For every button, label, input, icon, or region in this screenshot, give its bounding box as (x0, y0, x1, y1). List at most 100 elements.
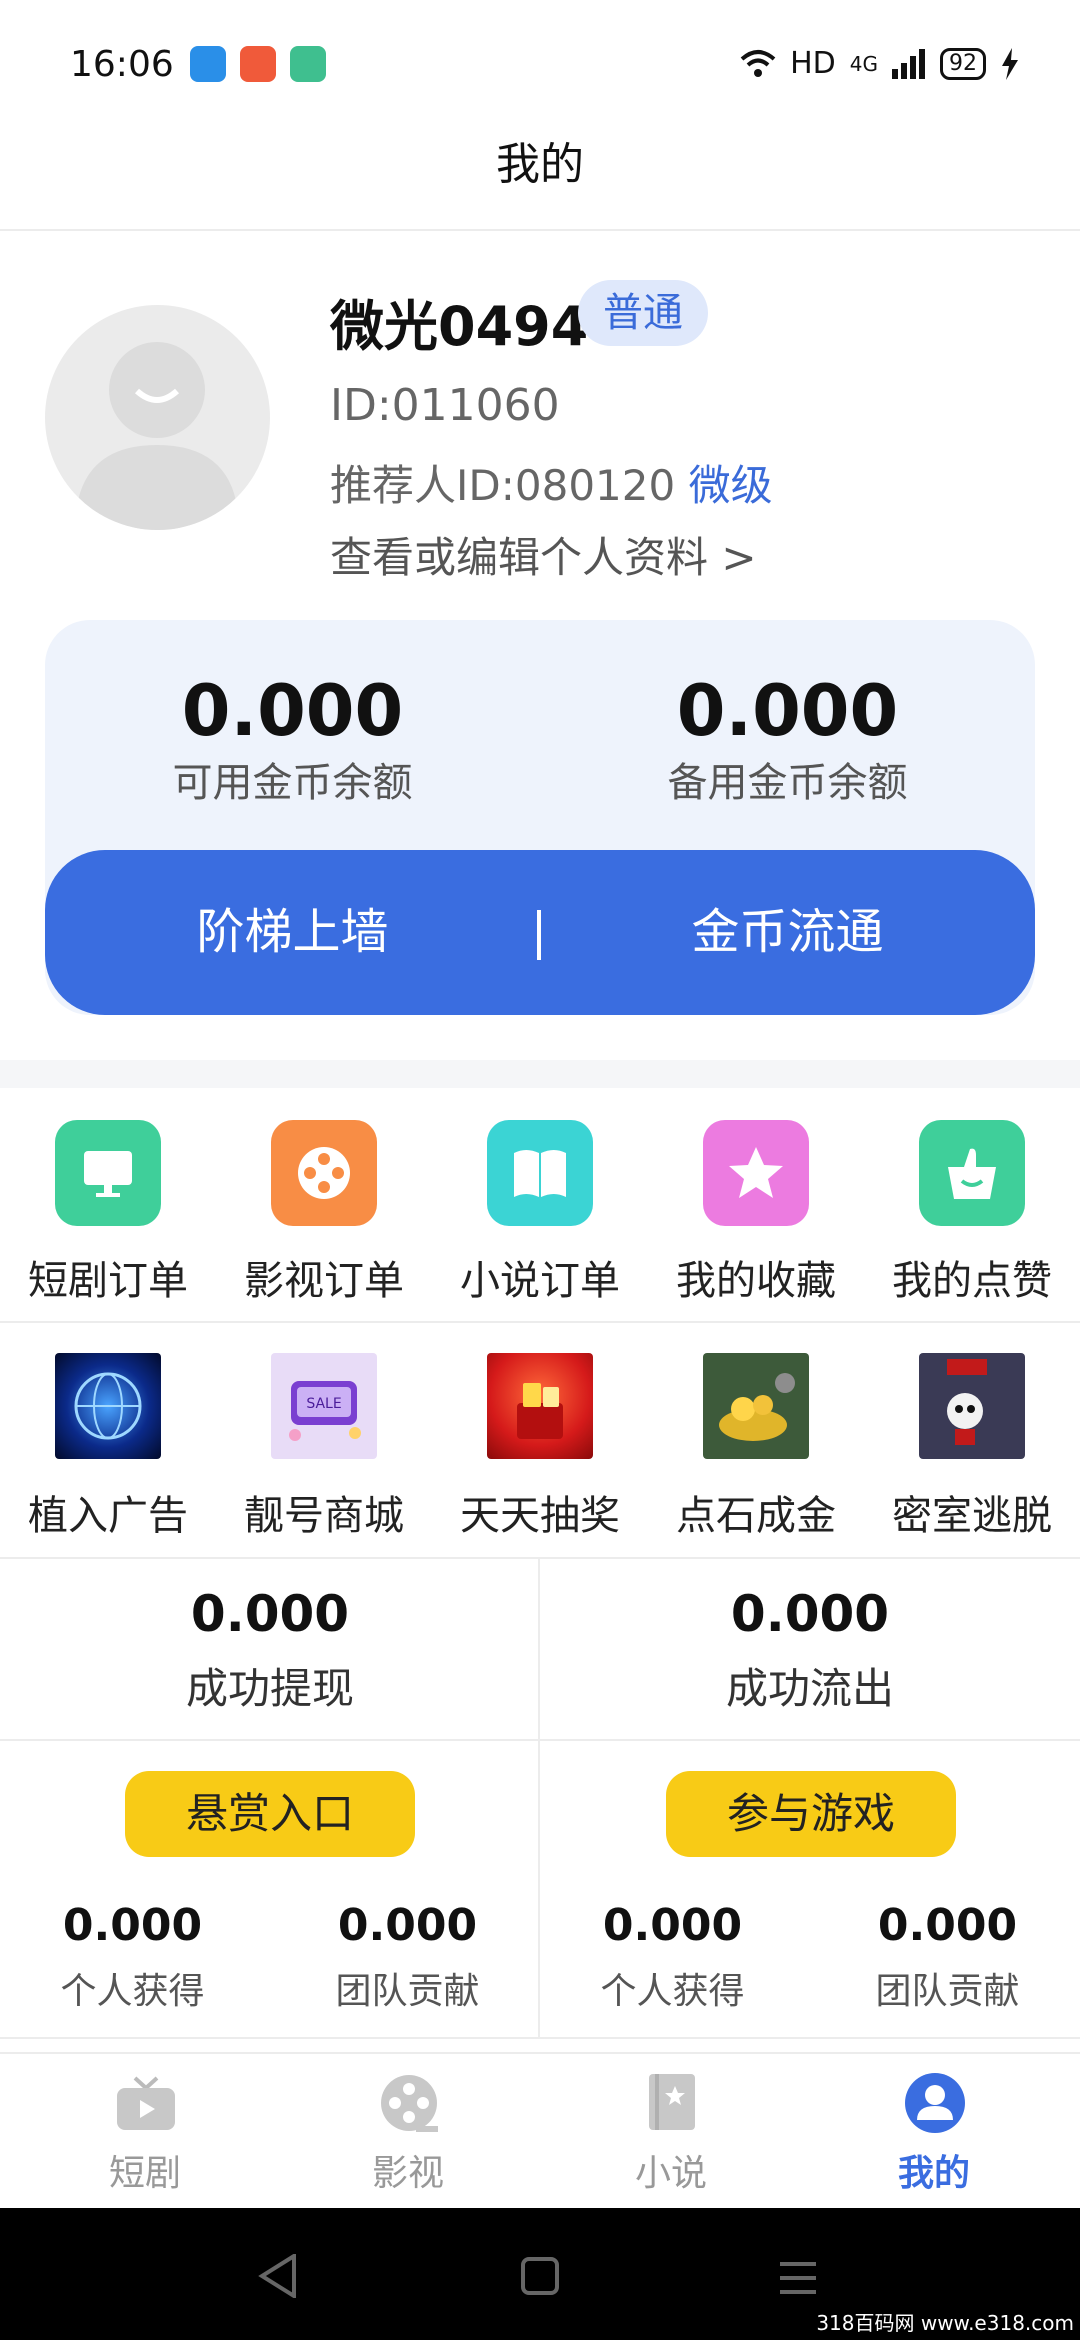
referrer-info: 推荐人ID:080120 微级 (330, 452, 773, 513)
charging-icon (1002, 47, 1018, 80)
svg-text:SALE: SALE (306, 1396, 341, 1412)
globe-thumbnail (55, 1353, 161, 1459)
user-icon (905, 2073, 965, 2133)
balance-card: 0.000 可用金币余额 0.000 备用金币余额 阶梯上墙 金币流通 (45, 620, 1035, 1015)
grid-item-escape-room[interactable]: 密室逃脱 (864, 1323, 1080, 1558)
grid-item-midas-touch[interactable]: 点石成金 (648, 1323, 864, 1558)
app-notification-icon (190, 46, 226, 82)
panel-team-label: 团队贡献 (335, 1971, 480, 2012)
wifi-icon (740, 49, 776, 77)
avatar[interactable] (45, 305, 270, 530)
username: 微光0494 (330, 295, 589, 358)
backup-balance-label: 备用金币余额 (667, 760, 908, 806)
film-reel-icon (381, 2075, 438, 2132)
signal-label: 4G (849, 51, 878, 76)
system-navigation-bar: 318百码网 www.e318.com (0, 2208, 1080, 2340)
battery-indicator: 92 (940, 47, 986, 80)
header-divider (0, 229, 1080, 231)
avatar-placeholder-icon (75, 342, 239, 530)
row-divider (0, 2037, 1080, 2039)
status-bar: 16:06 HD 4G 92 (0, 0, 1080, 130)
bounty-entry-button[interactable]: 悬赏入口 (125, 1771, 415, 1857)
thumbs-up-icon (919, 1120, 1025, 1226)
nav-item-novel[interactable]: 小说 (536, 2054, 806, 2210)
apps-grid: 植入广告 SALE 靓号商城 天天抽奖 点石成金 密室逃脱 (0, 1323, 1080, 1558)
panel-personal-label: 个人获得 (60, 1971, 205, 2012)
book-icon (649, 2074, 695, 2130)
signal-icon (892, 48, 925, 79)
level-badge: 普通 (578, 280, 708, 346)
grid-item-label: 小说订单 (460, 1258, 620, 1304)
panel-team-value: 0.000 (877, 1900, 1018, 1951)
nav-label: 我的 (897, 2153, 970, 2194)
balance-action-bar: 阶梯上墙 金币流通 (45, 850, 1035, 1015)
status-indicators: HD 4G 92 (740, 46, 1020, 81)
grid-item-label: 点石成金 (676, 1493, 836, 1539)
grid-item-label: 靓号商城 (244, 1493, 404, 1539)
grid-item-label: 我的收藏 (676, 1258, 836, 1304)
page-title: 我的 (496, 139, 584, 190)
sale-thumbnail: SALE (271, 1353, 377, 1459)
referrer-id: 推荐人ID:080120 (330, 461, 676, 510)
edit-profile-link[interactable]: 查看或编辑个人资料 > (330, 524, 757, 585)
circulate-button[interactable]: 金币流通 (540, 850, 1035, 1015)
grid-item-label: 密室逃脱 (892, 1493, 1052, 1539)
outflow-label: 成功流出 (725, 1664, 894, 1713)
app-notification-icon (240, 46, 276, 82)
backup-balance-value: 0.000 (676, 670, 899, 752)
back-icon[interactable] (258, 2254, 298, 2298)
panel-personal-label: 个人获得 (600, 1971, 745, 2012)
nav-label: 小说 (634, 2153, 707, 2194)
grid-item-novel-orders[interactable]: 小说订单 (432, 1088, 648, 1323)
watermark: 318百码网 www.e318.com (816, 2311, 1074, 2335)
available-balance-value: 0.000 (181, 670, 404, 752)
panel-personal-value: 0.000 (62, 1900, 203, 1951)
panel-team-value: 0.000 (337, 1900, 478, 1951)
withdraw-value: 0.000 (190, 1585, 350, 1643)
join-game-button[interactable]: 参与游戏 (666, 1771, 956, 1857)
action-separator (537, 910, 541, 960)
grid-item-likes[interactable]: 我的点赞 (864, 1088, 1080, 1323)
nav-label: 影视 (371, 2153, 444, 2194)
column-divider (538, 1559, 540, 1739)
phone-icon (290, 46, 326, 82)
grid-item-drama-orders[interactable]: 短剧订单 (0, 1088, 216, 1323)
row-divider (0, 1739, 1080, 1741)
column-divider (538, 1741, 540, 2037)
section-gap (0, 1060, 1080, 1088)
user-id: ID:011060 (330, 380, 560, 431)
nav-label: 短剧 (108, 2153, 181, 2194)
gold-thumbnail (703, 1353, 809, 1459)
bottom-nav: 短剧 影视 小说 我的 (0, 2052, 1080, 2208)
nav-item-drama[interactable]: 短剧 (10, 2054, 280, 2210)
film-reel-icon (271, 1120, 377, 1226)
withdraw-label: 成功提现 (185, 1664, 354, 1713)
star-icon (703, 1120, 809, 1226)
book-icon (487, 1120, 593, 1226)
status-time: 16:06 (70, 44, 174, 85)
menu-icon[interactable] (778, 2260, 818, 2296)
available-balance-label: 可用金币余额 (172, 760, 413, 806)
grid-item-label: 植入广告 (28, 1493, 188, 1539)
grid-item-ad-placement[interactable]: 植入广告 (0, 1323, 216, 1558)
grid-item-film-orders[interactable]: 影视订单 (216, 1088, 432, 1323)
network-type: HD (790, 46, 836, 81)
grid-item-vanity-number-mall[interactable]: SALE 靓号商城 (216, 1323, 432, 1558)
grid-item-daily-lottery[interactable]: 天天抽奖 (432, 1323, 648, 1558)
referrer-level: 微级 (688, 461, 773, 510)
tv-icon (55, 1120, 161, 1226)
panel-personal-value: 0.000 (602, 1900, 743, 1951)
lottery-thumbnail (487, 1353, 593, 1459)
grid-item-label: 天天抽奖 (460, 1493, 620, 1539)
home-icon[interactable] (520, 2256, 560, 2296)
ladder-button[interactable]: 阶梯上墙 (45, 850, 540, 1015)
grid-item-label: 短剧订单 (28, 1258, 188, 1304)
grid-item-favorites[interactable]: 我的收藏 (648, 1088, 864, 1323)
tv-icon (117, 2076, 175, 2130)
panel-team-label: 团队贡献 (875, 1971, 1020, 2012)
nav-item-film[interactable]: 影视 (273, 2054, 543, 2210)
row-divider (0, 1557, 1080, 1559)
grid-item-label: 我的点赞 (892, 1258, 1052, 1304)
nav-item-mine[interactable]: 我的 (799, 2054, 1069, 2210)
escape-thumbnail (919, 1353, 1025, 1459)
